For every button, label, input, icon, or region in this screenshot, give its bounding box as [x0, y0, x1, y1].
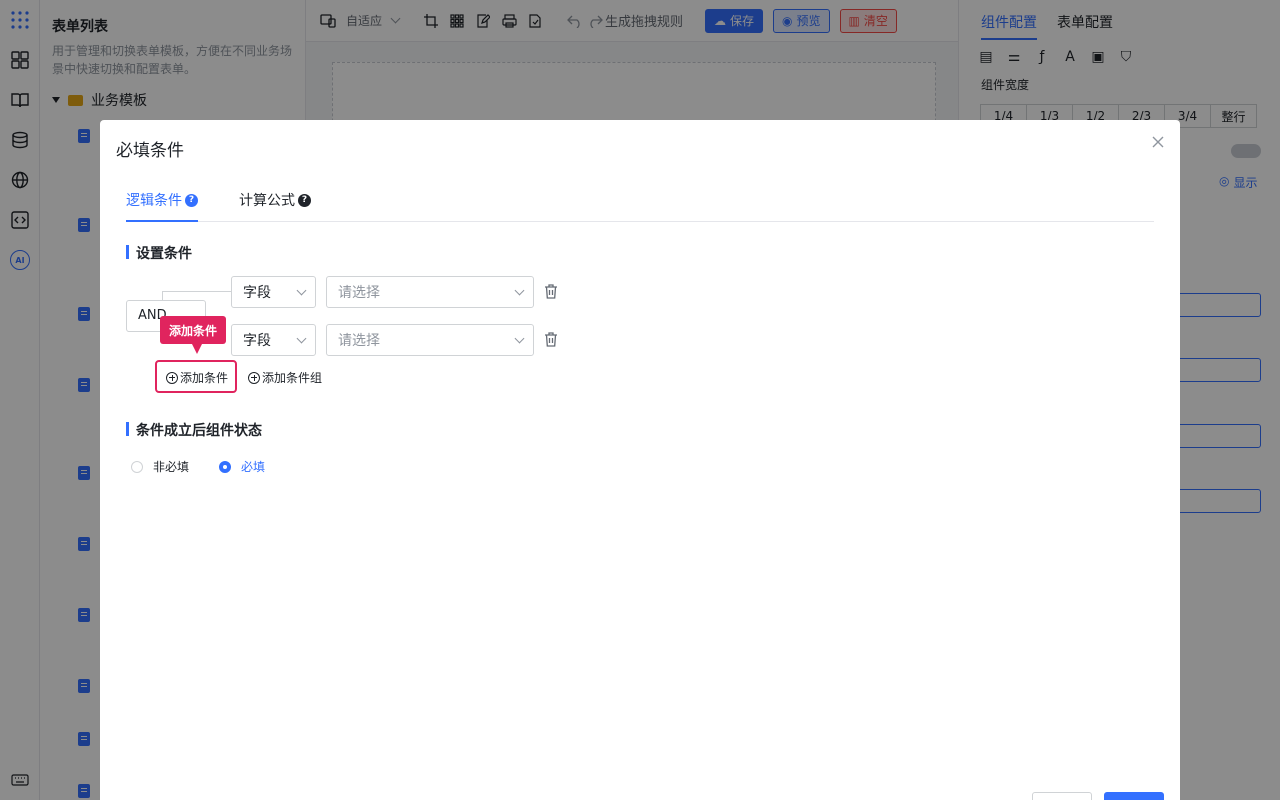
field-type-value: 字段 [243, 285, 271, 301]
plus-circle-icon [248, 371, 260, 384]
chevron-down-icon [514, 333, 525, 343]
condition-value-select[interactable]: 请选择 [326, 276, 534, 308]
required-state-radio-group: 非必填 必填 [131, 458, 265, 475]
dialog-title: 必填条件 [116, 141, 184, 161]
delete-condition-icon[interactable] [544, 332, 560, 348]
condition-tabs: 逻辑条件 ? 计算公式 ? [126, 190, 1154, 222]
help-icon[interactable]: ? [298, 193, 311, 207]
delete-condition-icon[interactable] [544, 284, 560, 300]
tab-formula[interactable]: 计算公式 ? [239, 190, 311, 210]
chevron-down-icon [296, 285, 307, 295]
tab-label: 计算公式 [239, 193, 295, 209]
add-condition-group-label: 添加条件组 [262, 371, 323, 385]
section-set-condition: 设置条件 [126, 243, 192, 263]
required-condition-dialog: 必填条件 逻辑条件 ? 计算公式 ? 设置条件 AND 字段 请选择 字段 请选… [100, 120, 1180, 800]
tab-logic-condition[interactable]: 逻辑条件 ? [126, 190, 198, 210]
chevron-down-icon [514, 285, 525, 295]
add-condition-group-button[interactable]: 添加条件组 [248, 369, 322, 386]
radio-dot [219, 460, 232, 473]
radio-required[interactable]: 必填 [219, 458, 265, 475]
radio-label: 非必填 [153, 460, 190, 474]
confirm-button[interactable] [1104, 792, 1164, 800]
cancel-button[interactable] [1032, 792, 1092, 800]
tab-active-indicator [126, 220, 198, 222]
field-type-select[interactable]: 字段 [231, 324, 316, 356]
condition-value-placeholder: 请选择 [338, 333, 380, 349]
radio-not-required[interactable]: 非必填 [131, 458, 189, 475]
chevron-down-icon [296, 333, 307, 343]
condition-value-select[interactable]: 请选择 [326, 324, 534, 356]
field-type-select[interactable]: 字段 [231, 276, 316, 308]
tab-label: 逻辑条件 [126, 193, 182, 209]
help-icon[interactable]: ? [185, 193, 198, 207]
highlight-box [155, 360, 237, 393]
radio-label: 必填 [241, 460, 266, 474]
radio-dot [131, 460, 143, 473]
section-state-after-condition: 条件成立后组件状态 [126, 420, 262, 440]
callout-tooltip: 添加条件 [160, 316, 227, 354]
condition-value-placeholder: 请选择 [338, 285, 380, 301]
close-icon[interactable] [1150, 134, 1166, 150]
field-type-value: 字段 [243, 333, 271, 349]
